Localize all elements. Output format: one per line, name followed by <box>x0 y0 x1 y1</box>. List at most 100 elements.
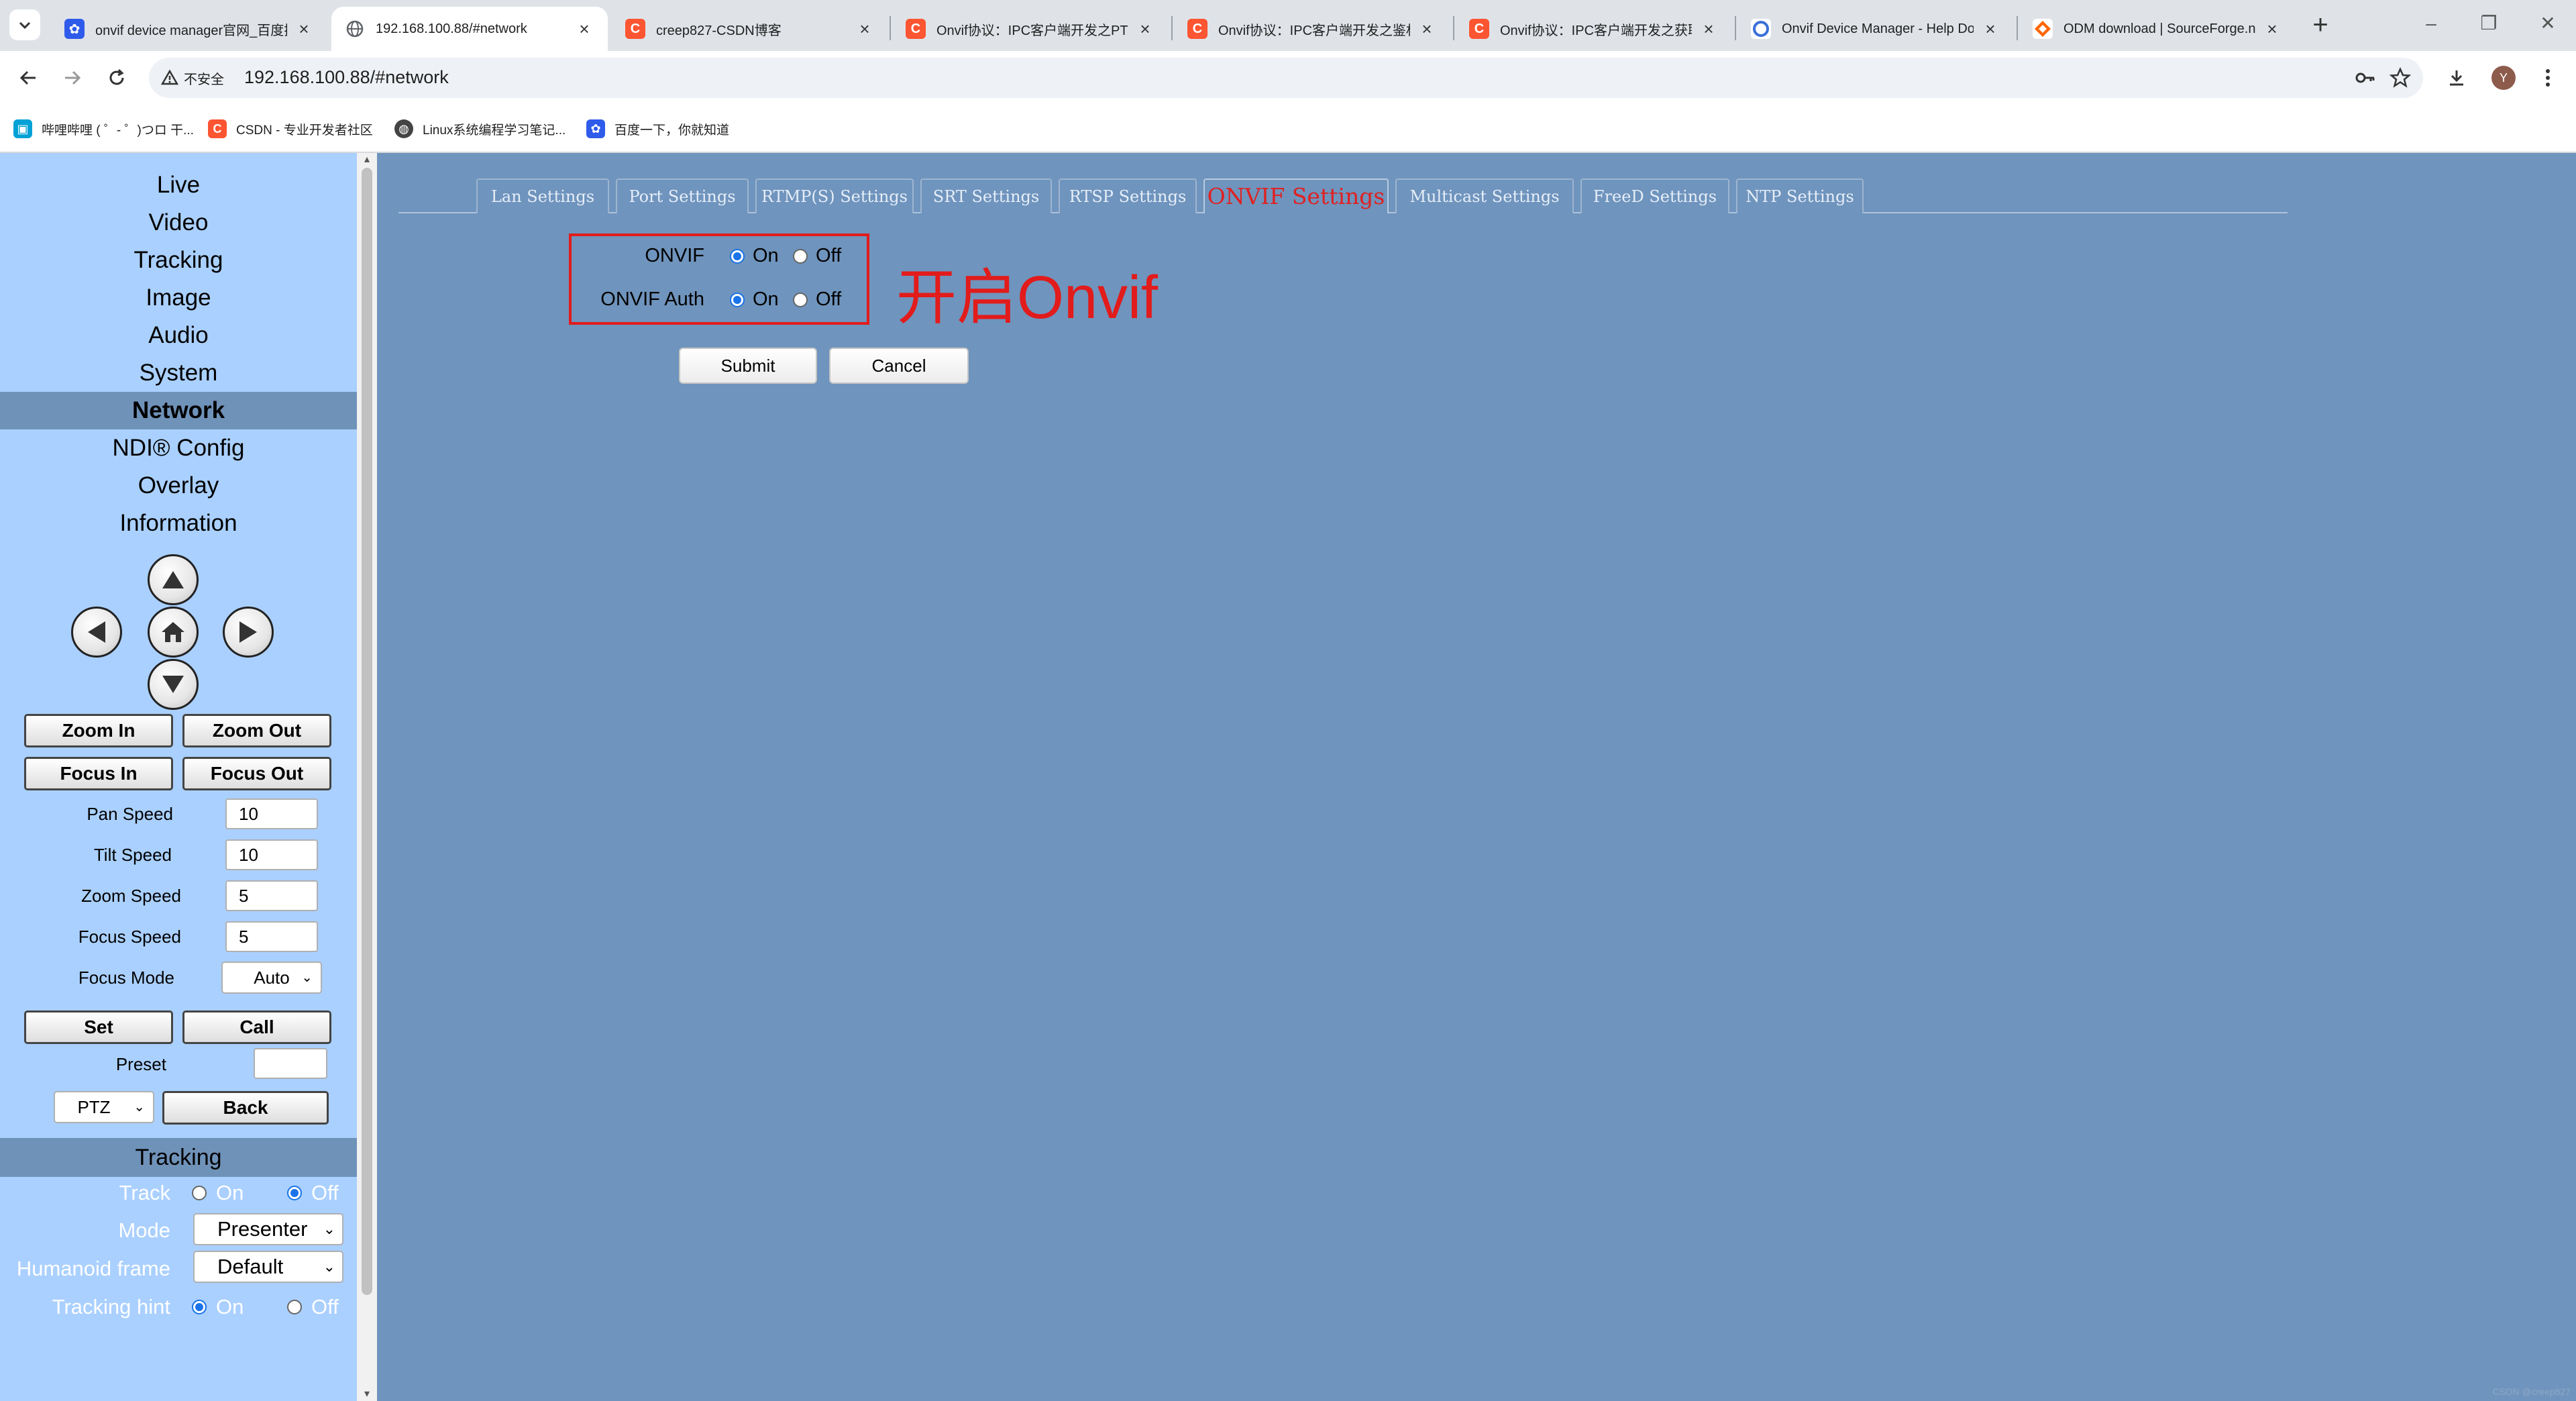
restore-button[interactable]: ❐ <box>2469 7 2509 40</box>
close-icon[interactable]: × <box>1135 19 1155 40</box>
browser-toolbar: 不安全 192.168.100.88/#network Y <box>0 51 2576 105</box>
window-close-button[interactable]: ✕ <box>2528 7 2568 40</box>
call-preset-button[interactable]: Call <box>182 1010 331 1044</box>
menu-item-audio[interactable]: Audio <box>0 317 357 354</box>
tab-port-settings[interactable]: Port Settings <box>616 178 749 213</box>
tracking-mode-select[interactable]: Presenter ⌄ <box>193 1213 343 1245</box>
close-icon[interactable]: × <box>855 19 875 40</box>
ptz-mode-select[interactable]: PTZ ⌄ <box>54 1091 154 1123</box>
scrollbar-thumb[interactable] <box>362 168 372 1295</box>
downloads-button[interactable] <box>2438 59 2475 97</box>
menu-item-overlay[interactable]: Overlay <box>0 467 357 505</box>
minimize-icon: – <box>2426 13 2436 34</box>
menu-item-information[interactable]: Information <box>0 505 357 542</box>
watermark: CSDN @creep827 <box>2492 1386 2571 1397</box>
reload-icon <box>109 68 124 85</box>
browser-tab-3[interactable]: C Onvif协议：IPC客户端开发之PTZ × <box>892 7 1169 51</box>
ptz-left-button[interactable] <box>71 607 122 658</box>
minimize-button[interactable]: – <box>2411 7 2451 40</box>
set-preset-button[interactable]: Set <box>24 1010 173 1044</box>
browser-tab-4[interactable]: C Onvif协议：IPC客户端开发之鉴权 × <box>1174 7 1450 51</box>
zoom-in-button[interactable]: Zoom In <box>24 714 173 747</box>
focus-mode-select[interactable]: Auto ⌄ <box>221 962 322 994</box>
pan-speed-input[interactable]: 10 <box>225 798 318 829</box>
bookmarks-bar: ▣ 哔哩哔哩 ( ゜- ゜)つロ 干... C CSDN - 专业开发者社区 ◍… <box>0 105 2576 153</box>
submit-button[interactable]: Submit <box>679 348 817 384</box>
ptz-right-button[interactable] <box>223 607 274 658</box>
browser-tab-7[interactable]: ODM download | SourceForge.n × <box>2019 7 2296 51</box>
bookmark-star-button[interactable] <box>2387 64 2414 91</box>
close-icon[interactable]: × <box>2262 19 2282 40</box>
menu-item-live[interactable]: Live <box>0 166 357 204</box>
humanoid-frame-label: Humanoid frame <box>16 1257 170 1280</box>
tab-search-button[interactable] <box>9 9 40 40</box>
more-vertical-icon <box>2546 69 2550 87</box>
tilt-speed-input[interactable]: 10 <box>225 839 318 870</box>
browser-tab-6[interactable]: Onvif Device Manager - Help Do × <box>1737 7 2014 51</box>
browser-tab-2[interactable]: C creep827-CSDN博客 × <box>612 7 888 51</box>
new-tab-button[interactable]: + <box>2304 9 2337 43</box>
track-on-radio[interactable]: On <box>192 1181 244 1205</box>
preset-input[interactable] <box>254 1048 327 1079</box>
security-indicator[interactable]: 不安全 <box>161 64 224 91</box>
focus-out-button[interactable]: Focus Out <box>182 757 331 790</box>
close-icon[interactable]: × <box>1417 19 1437 40</box>
scroll-down-icon[interactable]: ▾ <box>360 1389 374 1400</box>
tab-multicast-settings[interactable]: Multicast Settings <box>1395 178 1574 213</box>
onvif-off-radio[interactable]: Off <box>793 245 841 267</box>
tab-lan-settings[interactable]: Lan Settings <box>476 178 609 213</box>
ptz-home-button[interactable] <box>148 607 199 658</box>
url-text[interactable]: 192.168.100.88/#network <box>244 67 449 88</box>
bookmark-csdn[interactable]: C CSDN - 专业开发者社区 <box>208 115 373 142</box>
cancel-button[interactable]: Cancel <box>829 348 969 384</box>
onvif-auth-on-radio[interactable]: On <box>730 289 779 311</box>
bookmark-bilibili[interactable]: ▣ 哔哩哔哩 ( ゜- ゜)つロ 干... <box>13 115 194 142</box>
tracking-hint-on-radio[interactable]: On <box>192 1295 244 1319</box>
onvif-label: ONVIF <box>645 245 704 266</box>
tab-freed-settings[interactable]: FreeD Settings <box>1580 178 1729 213</box>
close-icon[interactable]: × <box>1980 19 2000 40</box>
browser-tab-5[interactable]: C Onvif协议：IPC客户端开发之获取 × <box>1456 7 1732 51</box>
close-icon[interactable]: × <box>574 19 594 40</box>
triangle-right-icon <box>239 621 257 643</box>
back-button[interactable]: Back <box>162 1091 329 1125</box>
tab-ntp-settings[interactable]: NTP Settings <box>1736 178 1864 213</box>
zoom-speed-input[interactable]: 5 <box>225 880 318 911</box>
browser-tab-0[interactable]: ✿ onvif device manager官网_百度搜 × <box>51 7 327 51</box>
triangle-down-icon <box>162 676 184 693</box>
browser-menu-button[interactable] <box>2529 59 2567 97</box>
tab-rtsp-settings[interactable]: RTSP Settings <box>1059 178 1197 213</box>
ptz-up-button[interactable] <box>148 554 199 605</box>
zoom-out-button[interactable]: Zoom Out <box>182 714 331 747</box>
focus-speed-input[interactable]: 5 <box>225 921 318 952</box>
profile-button[interactable]: Y <box>2485 59 2522 97</box>
menu-item-video[interactable]: Video <box>0 204 357 242</box>
menu-item-ndi-config[interactable]: NDI® Config <box>0 429 357 467</box>
password-key-button[interactable] <box>2352 64 2379 91</box>
menu-item-tracking[interactable]: Tracking <box>0 242 357 279</box>
close-icon[interactable]: × <box>1699 19 1719 40</box>
tab-rtmps-settings[interactable]: RTMP(S) Settings <box>755 178 914 213</box>
sidebar-scrollbar[interactable]: ▴ ▾ <box>357 153 377 1401</box>
focus-in-button[interactable]: Focus In <box>24 757 173 790</box>
onvif-on-radio[interactable]: On <box>730 245 779 267</box>
bookmark-linux-notes[interactable]: ◍ Linux系统编程学习笔记... <box>394 115 566 142</box>
forward-nav-button[interactable] <box>54 59 91 97</box>
tracking-hint-off-radio[interactable]: Off <box>287 1295 339 1319</box>
back-nav-button[interactable] <box>9 59 47 97</box>
browser-tab-1[interactable]: 192.168.100.88/#network × <box>331 7 608 51</box>
reload-button[interactable] <box>98 59 136 97</box>
track-off-radio[interactable]: Off <box>287 1181 339 1205</box>
close-icon[interactable]: × <box>294 19 314 40</box>
address-bar[interactable]: 不安全 192.168.100.88/#network <box>149 58 2423 98</box>
ptz-down-button[interactable] <box>148 659 199 710</box>
humanoid-frame-select[interactable]: Default ⌄ <box>193 1251 343 1283</box>
tab-srt-settings[interactable]: SRT Settings <box>920 178 1052 213</box>
onvif-auth-off-radio[interactable]: Off <box>793 289 841 311</box>
menu-item-system[interactable]: System <box>0 354 357 392</box>
menu-item-image[interactable]: Image <box>0 279 357 317</box>
scroll-up-icon[interactable]: ▴ <box>360 154 374 165</box>
bookmark-baidu[interactable]: ✿ 百度一下，你就知道 <box>586 115 729 142</box>
tab-onvif-settings[interactable]: ONVIF Settings <box>1203 178 1389 213</box>
menu-item-network[interactable]: Network <box>0 392 357 429</box>
